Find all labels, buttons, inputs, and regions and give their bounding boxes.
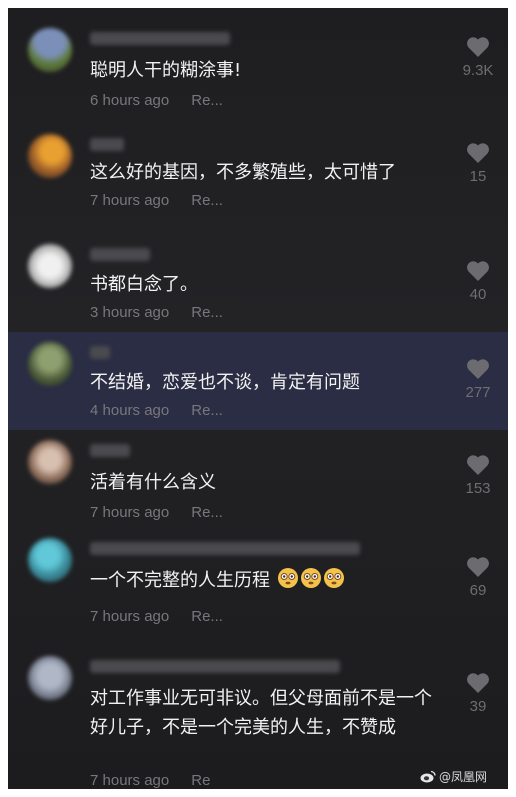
reply-button[interactable]: Re [191, 772, 210, 789]
avatar[interactable] [28, 440, 72, 484]
username-blurred[interactable] [90, 32, 230, 45]
like-button[interactable]: 69 [454, 556, 502, 599]
username-blurred[interactable] [90, 444, 130, 457]
like-button[interactable]: 39 [454, 672, 502, 715]
comment-meta: 3 hours ago Re... [90, 304, 223, 321]
like-count: 40 [469, 286, 487, 303]
comment-item-highlighted: 不结婚，恋爱也不谈，肯定有问题 4 hours ago Re... 277 [8, 332, 508, 430]
watermark-text: @凤凰网 [439, 770, 488, 784]
heart-icon[interactable] [466, 260, 490, 282]
watermark: @凤凰网 [420, 768, 487, 785]
comment-text: 不结婚，恋爱也不谈，肯定有问题 [90, 372, 360, 393]
heart-icon[interactable] [466, 36, 490, 58]
reply-button[interactable]: Re... [191, 92, 223, 109]
heart-icon[interactable] [466, 358, 490, 380]
like-button[interactable]: 40 [454, 260, 502, 303]
comment-time: 3 hours ago [90, 304, 170, 321]
username-blurred[interactable] [90, 660, 340, 673]
heart-icon[interactable] [466, 454, 490, 476]
avatar[interactable] [28, 342, 72, 386]
like-count: 277 [465, 384, 491, 401]
reply-button[interactable]: Re... [191, 192, 223, 209]
comment-text: 一个不完整的人生历程 [90, 566, 450, 595]
comment-meta: 7 hours ago Re... [90, 504, 223, 521]
like-count: 69 [469, 582, 487, 599]
heart-icon[interactable] [466, 142, 490, 164]
comment-text: 活着有什么含义 [90, 472, 216, 493]
heart-icon[interactable] [466, 672, 490, 694]
flushed-face-icon [300, 568, 321, 588]
comment-time: 7 hours ago [90, 608, 170, 625]
comment-feed: 聪明人干的糊涂事! 6 hours ago Re... 9.3K 这么好的基因，不… [8, 8, 508, 789]
comment-item: 书都白念了。 3 hours ago Re... 40 [8, 232, 508, 332]
comment-item: 聪明人干的糊涂事! 6 hours ago Re... 9.3K [8, 8, 508, 120]
comment-time: 7 hours ago [90, 504, 170, 521]
comment-text: 书都白念了。 [90, 274, 198, 295]
comment-text: 聪明人干的糊涂事! [90, 60, 242, 81]
reply-button[interactable]: Re... [191, 504, 223, 521]
comment-time: 6 hours ago [90, 92, 170, 109]
comment-text: 对工作事业无可非议。但父母面前不是一个好儿子，不是一个完美的人生，不赞成 [90, 688, 432, 738]
like-count: 153 [465, 480, 491, 497]
like-button[interactable]: 277 [454, 358, 502, 401]
avatar[interactable] [28, 656, 72, 700]
comment-meta: 6 hours ago Re... [90, 92, 223, 109]
like-count: 9.3K [462, 62, 494, 79]
comment-item: 活着有什么含义 7 hours ago Re... 153 [8, 430, 508, 528]
comment-meta: 7 hours ago Re... [90, 192, 223, 209]
comment-item: 一个不完整的人生历程 7 hours ago Re... 69 [8, 528, 508, 638]
like-count: 15 [469, 168, 487, 185]
weibo-icon [420, 770, 436, 783]
comment-text-content: 一个不完整的人生历程 [90, 570, 270, 591]
avatar[interactable] [28, 134, 72, 178]
comment-item: 这么好的基因，不多繁殖些，太可惜了 7 hours ago Re... 15 [8, 120, 508, 232]
heart-icon[interactable] [466, 556, 490, 578]
username-blurred[interactable] [90, 542, 360, 555]
avatar[interactable] [28, 28, 72, 72]
reply-button[interactable]: Re... [191, 608, 223, 625]
flushed-face-icon [323, 568, 344, 588]
comment-text: 这么好的基因，不多繁殖些，太可惜了 [90, 162, 396, 183]
avatar[interactable] [28, 244, 72, 288]
reply-button[interactable]: Re... [191, 304, 223, 321]
comment-item: 对工作事业无可非议。但父母面前不是一个好儿子，不是一个完美的人生，不赞成 7 h… [8, 638, 508, 789]
username-blurred[interactable] [90, 346, 110, 359]
username-blurred[interactable] [90, 138, 124, 151]
comment-time: 7 hours ago [90, 192, 170, 209]
like-count: 39 [469, 698, 487, 715]
comment-meta: 7 hours ago Re [90, 772, 210, 789]
comment-time: 7 hours ago [90, 772, 170, 789]
like-button[interactable]: 15 [454, 142, 502, 185]
username-blurred[interactable] [90, 248, 150, 261]
avatar[interactable] [28, 538, 72, 582]
comment-meta: 7 hours ago Re... [90, 608, 223, 625]
comment-meta: 4 hours ago Re... [90, 402, 223, 419]
comment-time: 4 hours ago [90, 402, 170, 419]
like-button[interactable]: 9.3K [454, 36, 502, 79]
flushed-face-icon [277, 568, 298, 588]
like-button[interactable]: 153 [454, 454, 502, 497]
reply-button[interactable]: Re... [191, 402, 223, 419]
